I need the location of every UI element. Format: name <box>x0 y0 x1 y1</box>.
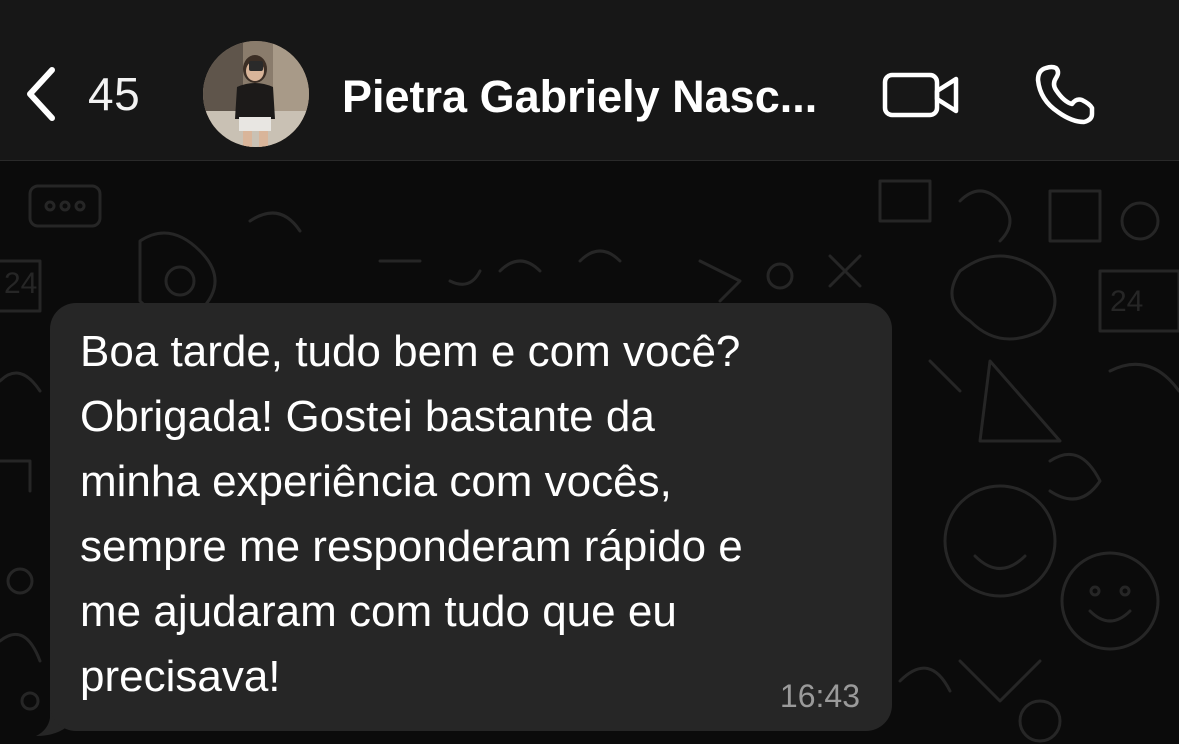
avatar[interactable] <box>203 41 309 147</box>
chat-header: 45 Pietra Gabriely Nasc... <box>0 0 1179 161</box>
video-camera-icon <box>882 72 959 118</box>
unread-count: 45 <box>88 68 141 120</box>
message-time: 16:43 <box>779 678 860 714</box>
voice-call-button[interactable] <box>1030 60 1100 130</box>
contact-name[interactable]: Pietra Gabriely Nasc... <box>342 67 862 127</box>
svg-text:24: 24 <box>1110 285 1143 318</box>
back-button[interactable]: 45 <box>22 62 182 126</box>
chevron-left-icon <box>27 67 55 121</box>
svg-text:24: 24 <box>4 267 37 300</box>
message-text: Boa tarde, tudo bem e com você? Obrigada… <box>80 327 743 701</box>
profile-photo <box>203 41 309 147</box>
message-bubble[interactable]: Boa tarde, tudo bem e com você? Obrigada… <box>50 303 892 731</box>
phone-icon <box>1035 64 1095 125</box>
video-call-button[interactable] <box>880 64 964 126</box>
